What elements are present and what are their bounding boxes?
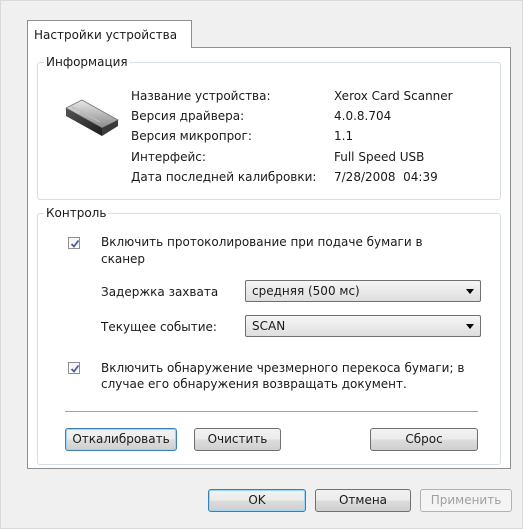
card-scanner-icon	[62, 94, 122, 143]
driver-version-label: Версия драйвера:	[131, 109, 245, 123]
calibrate-button[interactable]: Откалибровать	[65, 428, 177, 451]
skew-checkbox[interactable]	[68, 362, 80, 374]
separator	[65, 411, 478, 413]
driver-version-value: 4.0.8.704	[334, 109, 392, 123]
info-group-title: Информация	[46, 55, 128, 69]
interface-value: Full Speed USB	[334, 150, 425, 164]
apply-button[interactable]: Применить	[420, 489, 512, 512]
checkmark-icon	[70, 364, 80, 373]
logging-checkbox-label-line2[interactable]: сканер	[101, 251, 145, 267]
last-calibration-value: 7/28/2008 04:39	[334, 170, 438, 184]
capture-delay-value: средняя (500 мс)	[252, 284, 360, 298]
interface-label: Интерфейс:	[131, 150, 206, 164]
chevron-down-icon	[466, 324, 474, 329]
reset-button[interactable]: Сброс	[370, 428, 478, 451]
firmware-version-label: Версия микропрог:	[131, 129, 252, 143]
cancel-button[interactable]: Отмена	[315, 489, 411, 512]
logging-checkbox-label-line1[interactable]: Включить протоколирование при подаче бум…	[101, 234, 423, 250]
tab-device-settings[interactable]: Настройки устройства	[27, 20, 192, 48]
skew-checkbox-label-line1[interactable]: Включить обнаружение чрезмерного перекос…	[101, 360, 464, 376]
tab-label: Настройки устройства	[34, 28, 178, 42]
skew-checkbox-label-line2[interactable]: случае его обнаружения возвращать докуме…	[101, 376, 407, 392]
device-name-label: Название устройства:	[131, 89, 271, 103]
clear-button[interactable]: Очистить	[194, 428, 281, 451]
current-event-label: Текущее событие:	[101, 320, 217, 334]
ok-button[interactable]: OK	[208, 489, 306, 512]
capture-delay-label: Задержка захвата	[101, 285, 219, 299]
logging-checkbox[interactable]	[68, 237, 80, 249]
checkmark-icon	[70, 239, 80, 248]
chevron-down-icon	[466, 289, 474, 294]
device-name-value: Xerox Card Scanner	[334, 89, 453, 103]
current-event-select[interactable]: SCAN	[245, 315, 481, 337]
control-group-title: Контроль	[46, 206, 107, 220]
last-calibration-label: Дата последней калибровки:	[131, 170, 317, 184]
capture-delay-select[interactable]: средняя (500 мс)	[245, 280, 481, 302]
current-event-value: SCAN	[252, 319, 286, 333]
firmware-version-value: 1.1	[334, 129, 354, 143]
